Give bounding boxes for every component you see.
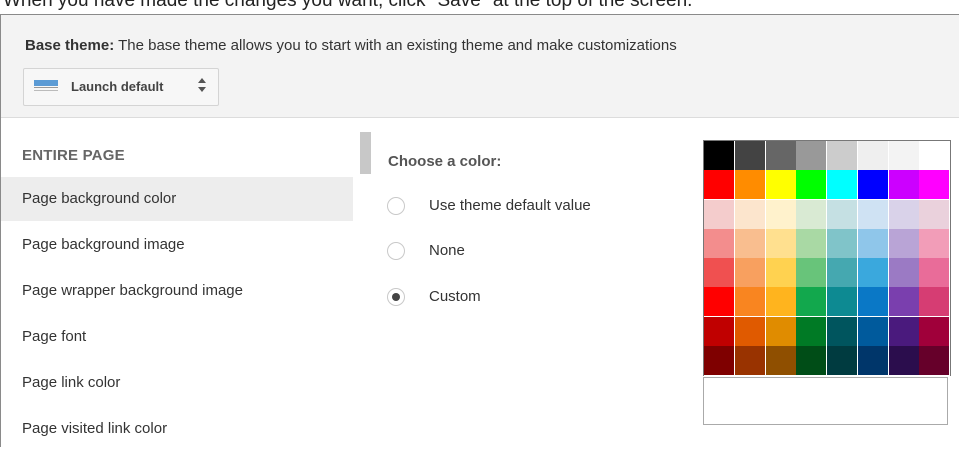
color-swatch[interactable] [827, 141, 858, 171]
up-down-arrows-icon [197, 77, 207, 95]
choose-color-title: Choose a color: [388, 153, 502, 170]
color-swatch[interactable] [796, 287, 828, 318]
color-swatch[interactable] [734, 228, 766, 259]
radio-label: None [429, 242, 465, 259]
color-swatch[interactable] [888, 316, 920, 347]
color-swatch[interactable] [734, 141, 766, 171]
instruction-text: When you have made the changes you want,… [3, 0, 693, 11]
color-swatch[interactable] [888, 141, 920, 171]
color-swatch[interactable] [734, 345, 766, 376]
sidebar-item-page-link-color[interactable]: Page link color [1, 361, 353, 405]
section-title-entire-page: ENTIRE PAGE [22, 147, 125, 164]
color-swatch[interactable] [857, 316, 889, 347]
sidebar-item-page-background-color[interactable]: Page background color [1, 177, 353, 221]
theme-select-value: Launch default [71, 79, 164, 94]
color-swatch[interactable] [796, 228, 828, 259]
color-swatch[interactable] [734, 170, 766, 201]
color-swatch[interactable] [796, 141, 828, 171]
radio-button-icon[interactable] [387, 242, 405, 260]
color-swatch[interactable] [888, 199, 920, 230]
color-swatch[interactable] [888, 345, 920, 376]
color-swatch[interactable] [796, 170, 828, 201]
color-swatch[interactable] [888, 170, 920, 201]
sidebar-item-page-background-image[interactable]: Page background image [1, 223, 353, 267]
color-swatch[interactable] [765, 141, 797, 171]
color-swatch[interactable] [827, 345, 858, 376]
color-swatch[interactable] [857, 199, 889, 230]
color-swatch[interactable] [704, 345, 735, 376]
color-swatch[interactable] [704, 141, 735, 171]
color-swatch[interactable] [888, 228, 920, 259]
color-palette [703, 140, 951, 376]
sidebar-scrollbar[interactable] [360, 132, 371, 174]
radio-label: Use theme default value [429, 197, 591, 214]
color-swatch[interactable] [796, 316, 828, 347]
color-swatch[interactable] [919, 287, 951, 318]
color-swatch[interactable] [857, 170, 889, 201]
color-swatch[interactable] [796, 258, 828, 288]
color-swatch[interactable] [704, 287, 735, 318]
base-theme-desc: The base theme allows you to start with … [114, 37, 677, 54]
color-swatch[interactable] [827, 170, 858, 201]
color-swatch[interactable] [704, 199, 735, 230]
base-theme-select[interactable]: Launch default [23, 68, 219, 106]
color-swatch[interactable] [857, 141, 889, 171]
color-swatch[interactable] [765, 287, 797, 318]
color-swatch[interactable] [704, 258, 735, 288]
theme-thumbnail-icon [34, 80, 58, 94]
radio-button-checked-icon[interactable] [387, 288, 405, 306]
color-swatch[interactable] [827, 287, 858, 318]
custom-color-input[interactable] [703, 377, 948, 425]
color-swatch[interactable] [919, 345, 951, 376]
radio-button-icon[interactable] [387, 197, 405, 215]
color-swatch[interactable] [734, 287, 766, 318]
color-swatch[interactable] [857, 345, 889, 376]
color-swatch[interactable] [857, 228, 889, 259]
color-swatch[interactable] [704, 228, 735, 259]
color-swatch[interactable] [765, 316, 797, 347]
color-swatch[interactable] [796, 199, 828, 230]
color-swatch[interactable] [919, 141, 951, 171]
color-swatch[interactable] [888, 258, 920, 288]
color-swatch[interactable] [888, 287, 920, 318]
sidebar-item-page-font[interactable]: Page font [1, 315, 353, 359]
base-theme-label: Base theme: [25, 37, 115, 54]
color-swatch[interactable] [765, 345, 797, 376]
color-swatch[interactable] [919, 258, 951, 288]
color-swatch[interactable] [919, 199, 951, 230]
color-swatch[interactable] [919, 316, 951, 347]
color-swatch[interactable] [765, 258, 797, 288]
color-swatch[interactable] [765, 199, 797, 230]
color-swatch[interactable] [919, 170, 951, 201]
color-swatch[interactable] [827, 316, 858, 347]
color-swatch[interactable] [857, 258, 889, 288]
sidebar-item-page-wrapper-background-image[interactable]: Page wrapper background image [1, 269, 353, 313]
color-swatch[interactable] [734, 199, 766, 230]
color-swatch[interactable] [919, 228, 951, 259]
color-swatch[interactable] [765, 170, 797, 201]
color-swatch[interactable] [857, 287, 889, 318]
color-swatch[interactable] [827, 228, 858, 259]
radio-label: Custom [429, 288, 481, 305]
color-swatch[interactable] [827, 258, 858, 288]
color-swatch[interactable] [734, 316, 766, 347]
color-swatch[interactable] [704, 316, 735, 347]
color-swatch[interactable] [704, 170, 735, 201]
color-swatch[interactable] [827, 199, 858, 230]
base-theme-description: Base theme: The base theme allows you to… [25, 37, 677, 54]
color-swatch[interactable] [796, 345, 828, 376]
color-swatch[interactable] [765, 228, 797, 259]
sidebar-item-page-visited-link-color[interactable]: Page visited link color [1, 407, 353, 451]
color-swatch[interactable] [734, 258, 766, 288]
base-theme-header: Base theme: The base theme allows you to… [1, 15, 959, 118]
